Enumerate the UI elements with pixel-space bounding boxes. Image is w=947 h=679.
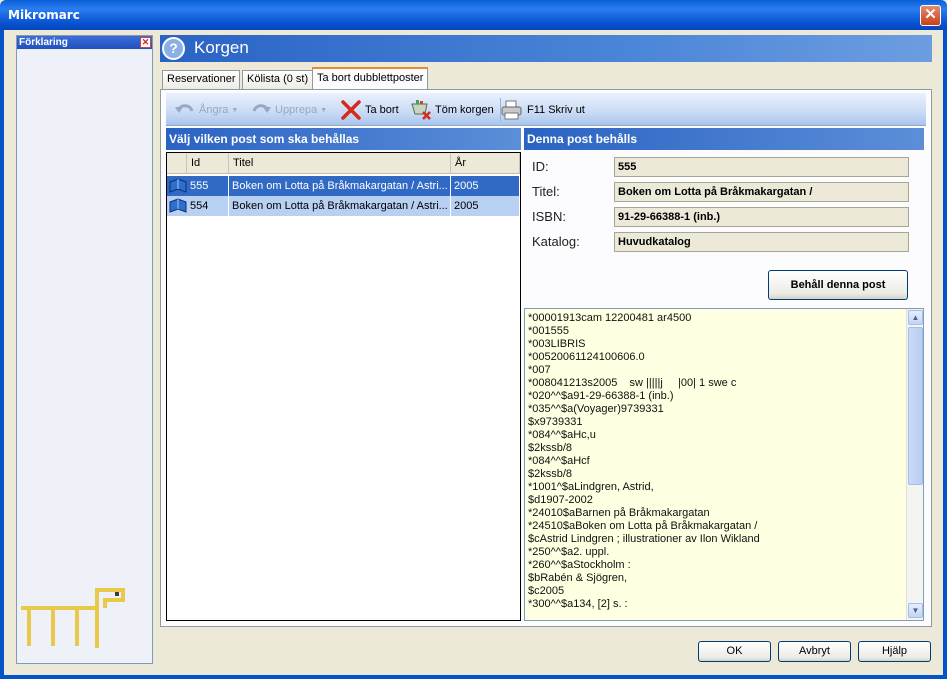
row-id: 554 [187,196,229,216]
help-icon[interactable]: ? [162,37,185,60]
marc-scrollbar[interactable]: ▲ ▼ [906,309,923,620]
redo-icon [252,104,271,113]
book-icon [169,178,187,193]
empty-basket-label: Töm korgen [435,104,494,116]
empty-basket-icon [411,100,431,120]
title-label: Titel: [532,184,560,199]
redo-label: Upprepa [275,104,318,116]
window-title: Mikromarc [8,8,80,22]
marc-line: *00520061124100606.0 [528,351,645,363]
undo-icon [175,104,194,113]
marc-line: $c2005 [528,585,565,597]
row-id: 555 [187,176,229,196]
row-year: 2005 [451,196,520,216]
panel-close-icon[interactable]: ✕ [140,37,151,48]
print-label: F11 Skriv ut [527,104,585,116]
scroll-down-icon[interactable]: ▼ [908,603,923,618]
tab-remove-duplicates[interactable]: Ta bort dubblettposter [312,67,429,90]
keep-record-button[interactable]: Behåll denna post [768,270,908,300]
undo-label: Ångra [199,104,229,116]
marc-line: *020^^$a91-29-66388-1 (inb.) [528,390,674,402]
row-title: Boken om Lotta på Bråkmakargatan / Astri… [229,196,451,216]
marc-line: $bRabén & Sjögren, [528,572,628,584]
record-grid: Id Titel År 555 Boken om Lotta på Bråkma… [166,152,521,621]
grid-header-row: Id Titel År [167,153,520,174]
grid-header-title[interactable]: Titel [229,153,451,174]
explanation-panel-header: Förklaring ✕ [17,36,152,49]
grid-header-icon [167,153,187,174]
marc-line: *035^^$a(Voyager)9739331 [528,403,664,415]
marc-line: *001555 [528,325,569,337]
remove-button[interactable]: Ta bort [340,100,399,120]
book-icon [169,198,187,213]
redo-button[interactable]: Upprepa ▼ [250,101,327,119]
mikromarc-logo [21,588,125,648]
row-year: 2005 [451,176,520,196]
isbn-label: ISBN: [532,209,566,224]
remove-label: Ta bort [365,104,399,116]
marc-line: *300^^$a134, [2] s. : [528,598,628,610]
marc-line: *24510$aBoken om Lotta på Bråkmakargatan… [528,520,758,532]
table-row[interactable]: 555 Boken om Lotta på Bråkmakargatan / A… [167,176,520,196]
marc-line: *1001^$aLindgren, Astrid, [528,481,654,493]
empty-basket-button[interactable]: Töm korgen [410,100,494,120]
main-header: ? Korgen [160,35,932,62]
id-value: 555 [614,157,909,177]
detail-header: Denna post behålls [524,128,924,150]
explanation-panel-title: Förklaring [19,37,68,48]
marc-line: *250^^$a2. uppl. [528,546,610,558]
printer-icon [501,100,522,120]
ok-button[interactable]: OK [698,641,771,662]
toolbar: Ångra ▼ Upprepa ▼ Ta bort Töm korgen F11… [166,93,926,126]
id-label: ID: [532,159,549,174]
marc-line: *007 [528,364,551,376]
scroll-thumb[interactable] [908,327,923,485]
marc-line: *003LIBRIS [528,338,586,350]
marc-line: $d1907-2002 [528,494,593,506]
marc-line: $x9739331 [528,416,583,428]
tab-reservations[interactable]: Reservationer [162,70,241,89]
explanation-panel: Förklaring ✕ [16,35,153,664]
marc-line: *084^^$aHc,u [528,429,596,441]
redo-dropdown-icon[interactable]: ▼ [320,107,327,114]
delete-x-icon [341,100,361,120]
marc-line: $cAstrid Lindgren ; illustrationer av Il… [528,533,760,545]
list-header: Välj vilken post som ska behållas [166,128,521,150]
marc-line: *084^^$aHcf [528,455,590,467]
row-title: Boken om Lotta på Bråkmakargatan / Astri… [229,176,451,196]
grid-header-year[interactable]: År [451,153,520,174]
window-titlebar: Mikromarc ✕ [0,0,947,30]
table-row[interactable]: 554 Boken om Lotta på Bråkmakargatan / A… [167,196,520,216]
undo-dropdown-icon[interactable]: ▼ [231,107,238,114]
title-value: Boken om Lotta på Bråkmakargatan / [614,182,909,202]
page-title: Korgen [194,38,249,57]
scroll-up-icon[interactable]: ▲ [908,310,923,325]
marc-line: *24010$aBarnen på Bråkmakargatan [528,507,710,519]
catalog-label: Katalog: [532,234,580,249]
cancel-button[interactable]: Avbryt [778,641,851,662]
marc-line: *008041213s2005 sw |||||j |00| 1 swe c [528,377,737,389]
tab-queue[interactable]: Kölista (0 st) [242,70,314,89]
marc-line: $2kssb/8 [528,468,573,480]
catalog-value: Huvudkatalog [614,232,909,252]
grid-header-id[interactable]: Id [187,153,229,174]
close-icon[interactable]: ✕ [920,5,941,26]
marc-line: $2kssb/8 [528,442,573,454]
print-button[interactable]: F11 Skriv ut [500,100,585,120]
marc-record-view[interactable]: *00001913cam 12200481 ar4500 *001555 *003L… [524,308,924,621]
marc-line: *260^^$aStockholm : [528,559,631,571]
help-button[interactable]: Hjälp [858,641,931,662]
marc-line: *00001913cam 12200481 ar4500 [528,312,692,324]
undo-button[interactable]: Ångra ▼ [174,101,238,119]
marc-record-text: *00001913cam 12200481 ar4500 *001555 *003L… [528,312,760,611]
isbn-value: 91-29-66388-1 (inb.) [614,207,909,227]
